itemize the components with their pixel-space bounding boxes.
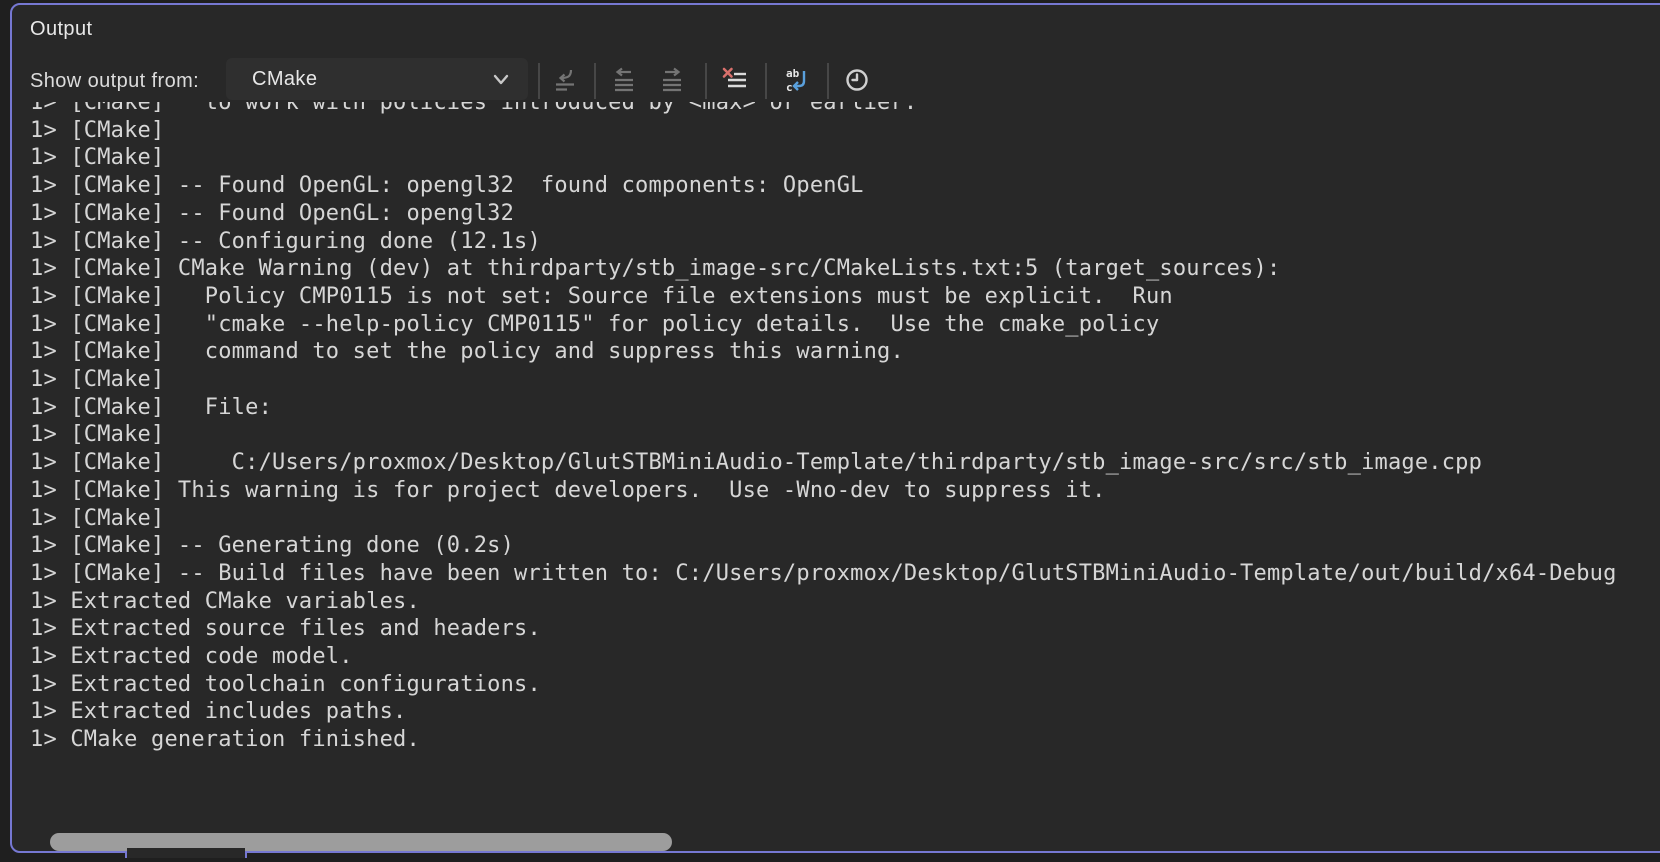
console-line: 1> Extracted toolchain configurations.: [30, 671, 1660, 699]
bottom-tab-notch-left-edge: [125, 851, 127, 858]
word-wrap-button[interactable]: ab c: [779, 63, 815, 99]
console-line: 1> [CMake]: [30, 505, 1660, 533]
next-message-button[interactable]: [654, 63, 690, 99]
console-line: 1> [CMake] to work with policies introdu…: [30, 102, 1660, 117]
bottom-tab-notch: [127, 848, 245, 858]
console-line: 1> [CMake] This warning is for project d…: [30, 477, 1660, 505]
console-line: 1> [CMake] Policy CMP0115 is not set: So…: [30, 283, 1660, 311]
console-line: 1> [CMake]: [30, 117, 1660, 145]
console-line: 1> [CMake]: [30, 144, 1660, 172]
console-line: 1> [CMake] -- Generating done (0.2s): [30, 532, 1660, 560]
timestamp-button[interactable]: [839, 63, 875, 99]
console-line: 1> [CMake] CMake Warning (dev) at thirdp…: [30, 255, 1660, 283]
console-line: 1> [CMake] File:: [30, 394, 1660, 422]
word-wrap-icon-text-top: ab: [786, 67, 800, 80]
console-line: 1> Extracted CMake variables.: [30, 588, 1660, 616]
console-line: 1> [CMake] "cmake --help-policy CMP0115"…: [30, 311, 1660, 339]
show-output-from-label: Show output from:: [30, 60, 199, 102]
word-wrap-icon-text-bottom: c: [786, 81, 793, 94]
console-line: 1> [CMake] -- Found OpenGL: opengl32 fou…: [30, 172, 1660, 200]
output-source-value: CMake: [226, 68, 490, 91]
panel-title: Output: [30, 18, 92, 41]
toolbar-separator: [827, 63, 829, 99]
word-wrap-icon: ab c: [782, 65, 812, 98]
console-line: 1> [CMake]: [30, 366, 1660, 394]
console-line: 1> Extracted source files and headers.: [30, 615, 1660, 643]
console-line: 1> [CMake] C:/Users/proxmox/Desktop/Glut…: [30, 449, 1660, 477]
clear-all-icon: [720, 65, 750, 98]
console-line: 1> CMake generation finished.: [30, 726, 1660, 754]
toolbar-separator: [705, 63, 707, 99]
toolbar-separator: [538, 63, 540, 99]
console-line: 1> Extracted includes paths.: [30, 698, 1660, 726]
find-message-icon: [550, 65, 580, 98]
console-output[interactable]: 1> [CMake] to work with policies introdu…: [30, 102, 1660, 760]
toolbar-separator: [765, 63, 767, 99]
find-message-button[interactable]: [547, 63, 583, 99]
chevron-down-icon: [490, 68, 512, 90]
previous-message-button[interactable]: [606, 63, 642, 99]
console-line: 1> [CMake] -- Build files have been writ…: [30, 560, 1660, 588]
console-line: 1> [CMake] command to set the policy and…: [30, 338, 1660, 366]
toolbar-separator: [594, 63, 596, 99]
console-lines: 1> [CMake] to work with policies introdu…: [30, 102, 1660, 754]
console-line: 1> [CMake]: [30, 421, 1660, 449]
console-line: 1> [CMake] -- Configuring done (12.1s): [30, 228, 1660, 256]
bottom-tab-notch-right-edge: [245, 851, 247, 858]
console-line: 1> Extracted code model.: [30, 643, 1660, 671]
output-tool-window: Output Show output from: CMake: [10, 3, 1660, 853]
output-source-dropdown[interactable]: CMake: [226, 58, 528, 100]
previous-message-icon: [609, 65, 639, 98]
console-line: 1> [CMake] -- Found OpenGL: opengl32: [30, 200, 1660, 228]
clear-all-button[interactable]: [717, 63, 753, 99]
timestamp-clock-icon: [842, 65, 872, 98]
next-message-icon: [657, 65, 687, 98]
